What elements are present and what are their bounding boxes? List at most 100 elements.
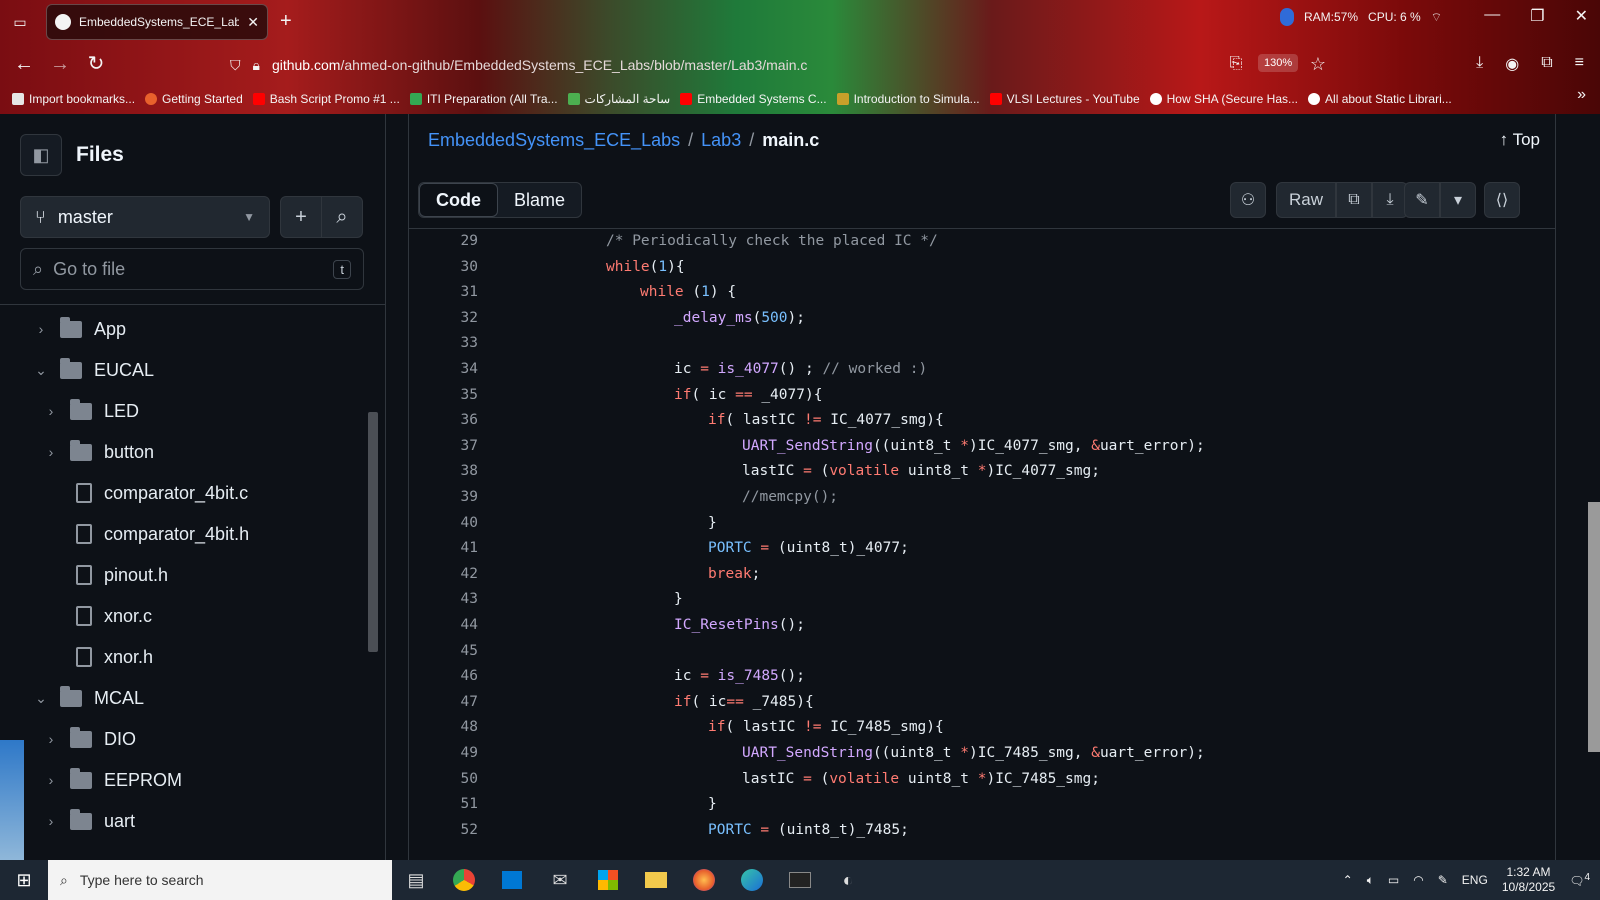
tree-folder-button[interactable]: › button [44,432,154,472]
copilot-button[interactable]: ⚇ [1230,182,1266,218]
tree-folder-uart[interactable]: › uart [44,801,135,841]
tree-file[interactable]: xnor.h [76,637,153,677]
office-icon[interactable] [584,860,632,900]
line-number[interactable]: 38 [408,463,478,479]
line-number[interactable]: 33 [408,335,478,351]
download-button[interactable]: ⤓ [1372,182,1409,218]
browser-tab[interactable]: EmbeddedSystems_ECE_Labs/L ✕ [46,4,268,40]
tree-folder-eucal[interactable]: ⌄ EUCAL [34,350,154,390]
raw-button[interactable]: Raw [1276,182,1337,218]
tree-file[interactable]: comparator_4bit.c [76,473,248,513]
tree-file[interactable]: xnor.c [76,596,152,636]
taskbar-search[interactable]: ⌕ Type here to search [48,860,392,900]
tab-close-icon[interactable]: ✕ [247,14,259,31]
tree-folder-led[interactable]: › LED [44,391,139,431]
extensions-icon[interactable]: ⧉ [1541,54,1552,74]
line-number[interactable]: 45 [408,643,478,659]
symbols-button[interactable]: ⟨⟩ [1484,182,1520,218]
task-view-icon[interactable]: ▤ [392,860,440,900]
shield-icon[interactable]: ⛉ [230,57,241,74]
bookmark-item[interactable]: Embedded Systems C... [680,92,827,106]
bookmark-item[interactable]: ITI Preparation (All Tra... [409,92,558,106]
line-number[interactable]: 47 [408,694,478,710]
tree-folder-app[interactable]: › App [34,309,126,349]
account-icon[interactable]: ◉ [1505,54,1519,74]
sidebar-collapse-icon[interactable]: ◧ [20,134,62,176]
line-number[interactable]: 32 [408,310,478,326]
firefox-taskbar-icon[interactable] [680,860,728,900]
line-number[interactable]: 51 [408,796,478,812]
branch-selector[interactable]: ⑂ master ▼ [20,196,270,238]
bookmark-item[interactable]: Introduction to Simula... [836,92,980,106]
add-file-button[interactable]: + [280,196,322,238]
tab-code[interactable]: Code [419,183,498,217]
bookmark-item[interactable]: Bash Script Promo #1 ... [252,92,400,106]
line-number[interactable]: 34 [408,361,478,377]
bookmark-item[interactable]: Import bookmarks... [12,92,135,106]
line-number[interactable]: 39 [408,489,478,505]
clock[interactable]: 1:32 AM 10/8/2025 [1502,865,1555,895]
search-files-button[interactable]: ⌕ [321,196,363,238]
edge-icon[interactable] [728,860,776,900]
zoom-level[interactable]: 130% [1258,54,1299,72]
code-listing[interactable]: 29 /* Periodically check the placed IC */… [408,228,1556,860]
bookmark-item[interactable]: How SHA (Secure Has... [1149,92,1298,106]
extension-icon[interactable] [1280,8,1294,26]
breadcrumb-dir[interactable]: Lab3 [701,130,741,151]
file-explorer-icon[interactable] [632,860,680,900]
battery-icon[interactable]: ▭ [1388,873,1399,887]
bookmark-item[interactable]: VLSI Lectures - YouTube [989,92,1140,106]
page-scrollbar[interactable] [1588,502,1600,752]
line-number[interactable]: 43 [408,591,478,607]
back-icon[interactable]: ← [12,52,36,76]
restore-icon[interactable]: ❐ [1530,6,1544,26]
line-number[interactable]: 41 [408,540,478,556]
close-window-icon[interactable]: ✕ [1575,6,1588,26]
store-icon[interactable] [488,860,536,900]
tab-blame[interactable]: Blame [498,183,581,217]
volume-icon[interactable]: 🔈︎ [1367,873,1374,888]
go-to-file-input[interactable]: ⌕ Go to file t [20,248,364,290]
line-number[interactable]: 52 [408,822,478,838]
line-number[interactable]: 31 [408,284,478,300]
edit-button[interactable]: ✎ [1404,182,1440,218]
line-number[interactable]: 48 [408,719,478,735]
tree-file[interactable]: pinout.h [76,555,168,595]
line-number[interactable]: 42 [408,566,478,582]
reload-icon[interactable]: ↻ [84,52,108,76]
line-number[interactable]: 40 [408,515,478,531]
line-number[interactable]: 30 [408,259,478,275]
edit-menu-button[interactable]: ▾ [1440,182,1476,218]
windows-start-icon[interactable]: ⊞ [0,860,48,900]
line-number[interactable]: 49 [408,745,478,761]
top-button[interactable]: ↑ Top [1500,130,1540,150]
line-number[interactable]: 29 [408,233,478,249]
reader-mode-icon[interactable]: ⎘ [1224,52,1248,76]
lock-icon[interactable]: 🔒︎ [253,57,260,74]
new-tab-button[interactable]: + [280,10,292,33]
notifications-icon[interactable]: 🗨︎4 [1569,872,1590,888]
pen-icon[interactable]: ✎ [1438,873,1448,887]
mail-icon[interactable]: ✉ [536,860,584,900]
line-number[interactable]: 44 [408,617,478,633]
url-bar[interactable]: ⛉ 🔒︎ github.com/ahmed-on-github/Embedded… [230,50,1310,80]
minimize-icon[interactable]: — [1484,6,1500,26]
line-number[interactable]: 46 [408,668,478,684]
line-number[interactable]: 35 [408,387,478,403]
bookmarks-overflow-icon[interactable]: » [1577,86,1586,104]
menu-icon[interactable]: ≡ [1575,54,1584,74]
tab-list-icon[interactable]: ▭ [8,10,32,34]
tree-folder-mcal[interactable]: ⌄ MCAL [34,678,144,718]
bookmark-item[interactable]: Getting Started [145,92,243,106]
chrome-icon[interactable] [440,860,488,900]
line-number[interactable]: 36 [408,412,478,428]
tree-folder-eeprom[interactable]: › EEPROM [44,760,182,800]
bookmark-item[interactable]: All about Static Librari... [1308,92,1452,106]
breadcrumb-repo[interactable]: EmbeddedSystems_ECE_Labs [428,130,680,151]
copy-button[interactable]: ⧉ [1336,182,1373,218]
app-icon[interactable]: ◐ [824,860,872,900]
sidebar-scrollbar[interactable] [368,412,378,652]
language-indicator[interactable]: ENG [1462,873,1488,887]
downloads-icon[interactable]: ⤓ [1476,54,1483,74]
terminal-icon[interactable] [776,860,824,900]
